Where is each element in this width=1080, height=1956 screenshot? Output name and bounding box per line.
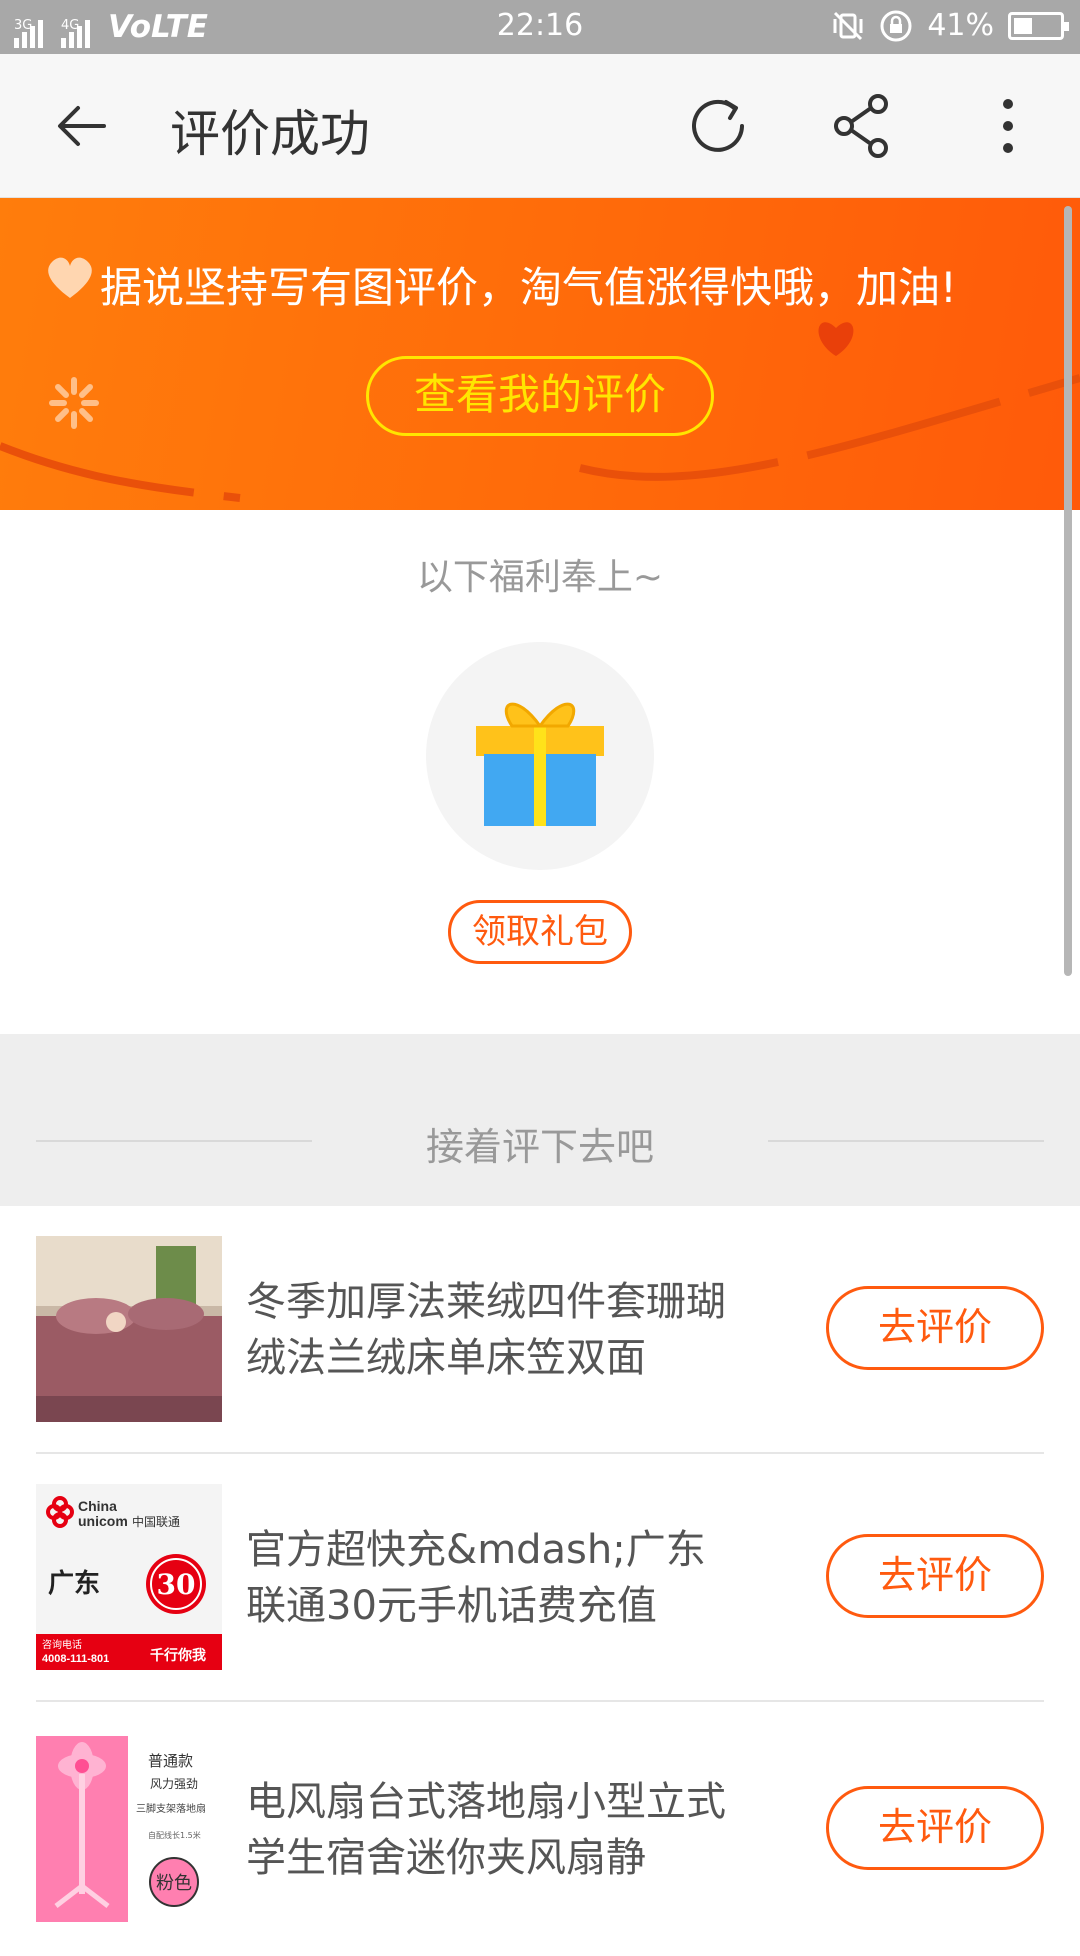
status-bar: 3G 4G VoLTE 22:16 41%: [0, 0, 1080, 54]
battery-percent: 41%: [927, 8, 994, 43]
fan-line-1: 普通款: [148, 1752, 193, 1770]
product-image-fan[interactable]: 普通款 风力强劲 三脚支架落地扇 自配线长1.5米 粉色: [36, 1736, 222, 1922]
list-item[interactable]: 普通款 风力强劲 三脚支架落地扇 自配线长1.5米 粉色 电风扇台式落地扇小型立…: [36, 1706, 1044, 1956]
unicom-brand-en-2: unicom: [78, 1513, 128, 1529]
product-image-unicom[interactable]: China unicom 中国联通 广东 30 咨询电话 4008-111-80…: [36, 1484, 222, 1670]
go-review-button[interactable]: 去评价: [826, 1786, 1044, 1870]
claim-gift-button[interactable]: 领取礼包: [448, 900, 632, 964]
unicom-slogan: 千行你我: [150, 1647, 206, 1664]
divider-line-right: [768, 1140, 1044, 1142]
heart-icon: [48, 257, 92, 298]
unicom-amount: 30: [157, 1568, 196, 1601]
benefit-title: 以下福利奉上~: [416, 557, 664, 598]
unicom-phone-label: 咨询电话: [42, 1638, 82, 1651]
more-icon[interactable]: [972, 90, 1044, 162]
view-my-review-button[interactable]: 查看我的评价: [366, 356, 714, 436]
continue-review-header: 接着评下去吧: [0, 1034, 1080, 1206]
banner-decoration: [0, 322, 1080, 502]
unicom-region: 广东: [48, 1568, 100, 1599]
unicom-brand-cn: 中国联通: [132, 1514, 180, 1529]
product-image-bedding[interactable]: [36, 1236, 222, 1422]
page-title: 评价成功: [170, 105, 370, 163]
list-item[interactable]: China unicom 中国联通 广东 30 咨询电话 4008-111-80…: [36, 1454, 1044, 1704]
fan-color-badge: 粉色: [156, 1873, 192, 1894]
review-success-banner: 据说坚持写有图评价，淘气值涨得快哦，加油! 查看我的评价: [0, 198, 1080, 510]
unicom-phone: 4008-111-801: [42, 1653, 109, 1665]
unicom-brand-en-1: China: [78, 1498, 117, 1514]
vibrate-mute-icon: [833, 11, 863, 40]
share-icon[interactable]: [826, 90, 898, 162]
fan-line-2: 风力强劲: [150, 1777, 198, 1791]
continue-review-title: 接着评下去吧: [425, 1125, 654, 1169]
product-name: 官方超快充&mdash;广东联通30元手机话费充值: [246, 1527, 706, 1629]
app-bar: 评价成功: [0, 54, 1080, 198]
product-name: 冬季加厚法莱绒四件套珊瑚绒法兰绒床单床笠双面: [246, 1279, 726, 1381]
fan-line-3: 三脚支架落地扇: [136, 1802, 206, 1815]
banner-message: 据说坚持写有图评价，淘气值涨得快哦，加油!: [100, 263, 957, 312]
list-item[interactable]: 冬季加厚法莱绒四件套珊瑚绒法兰绒床单床笠双面 去评价: [36, 1206, 1044, 1456]
refresh-icon[interactable]: [682, 90, 754, 162]
rotation-lock-icon: [880, 10, 912, 41]
fan-line-4: 自配线长1.5米: [148, 1830, 201, 1840]
status-right: 41%: [831, 8, 1069, 43]
gift-container[interactable]: [426, 642, 654, 870]
battery-icon: [1008, 11, 1069, 40]
back-arrow-icon[interactable]: [46, 90, 118, 162]
gift-icon: [476, 702, 604, 826]
product-name: 电风扇台式落地扇小型立式学生宿舍迷你夹风扇静: [246, 1779, 726, 1881]
go-review-button[interactable]: 去评价: [826, 1286, 1044, 1370]
item-divider: [36, 1700, 1044, 1702]
go-review-button[interactable]: 去评价: [826, 1534, 1044, 1618]
